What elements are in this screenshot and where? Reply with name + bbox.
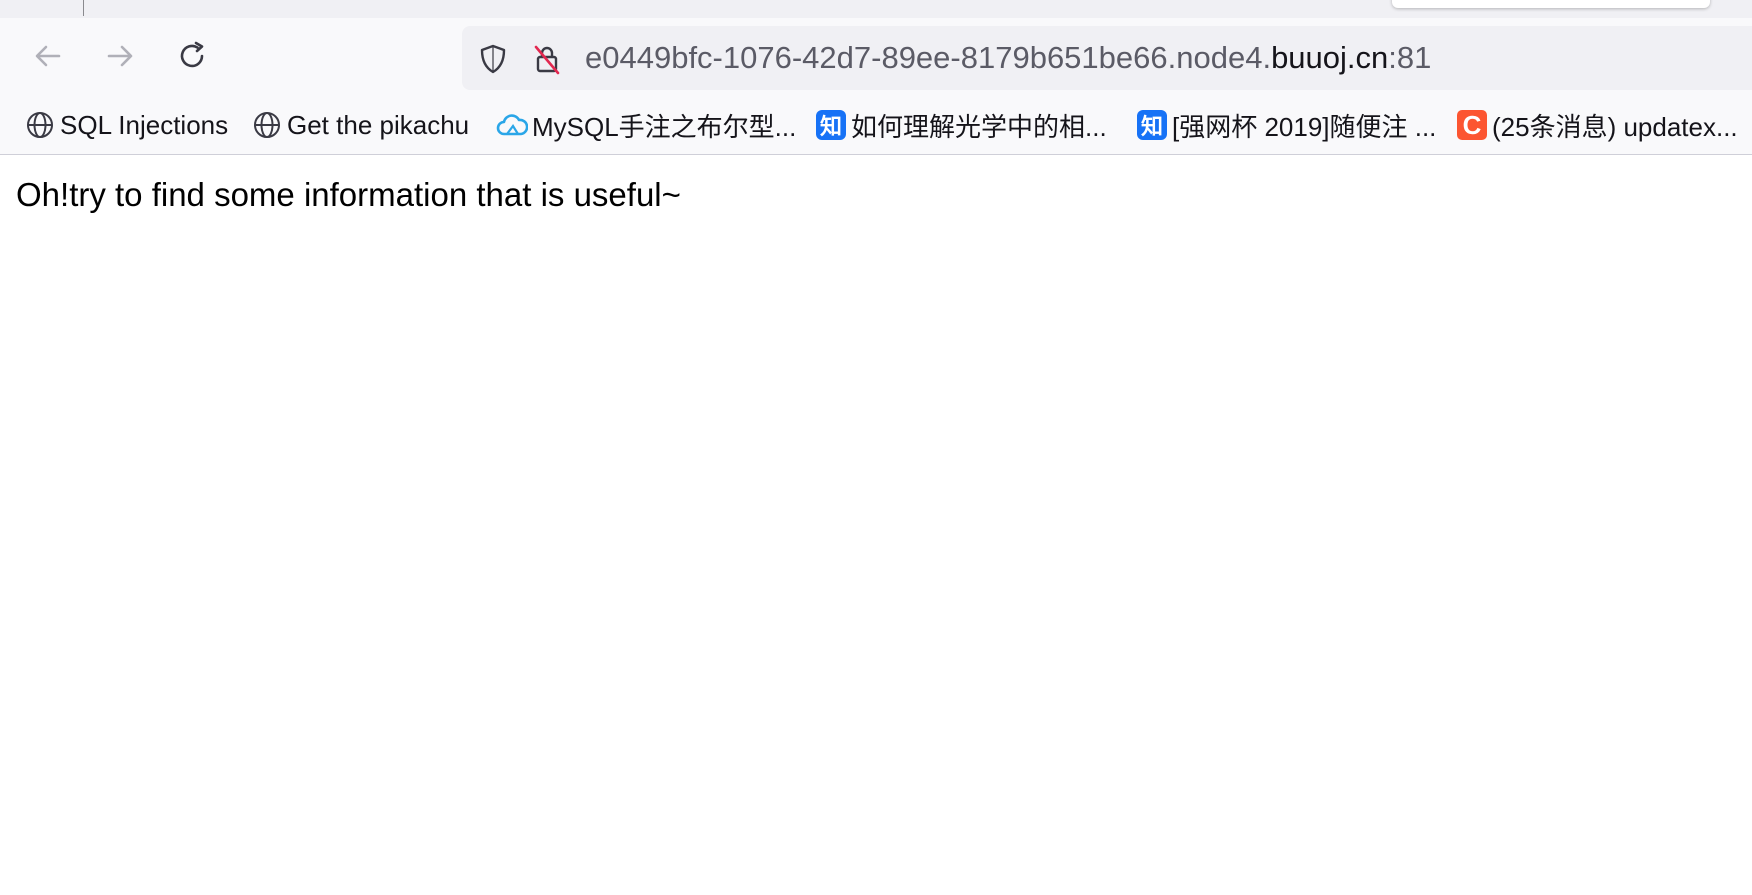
zhihu-logo: 知 [816,110,846,140]
reload-button[interactable] [172,38,212,78]
bookmark-get-the-pikachu[interactable]: Get the pikachu [251,108,469,142]
bookmarks-toolbar: SQL Injections Get the pikachu MySQL手注之布… [0,98,1752,155]
reload-icon [175,39,209,78]
csdn-logo: C [1457,110,1487,140]
page-message: Oh!try to find some information that is … [16,176,681,213]
back-button[interactable] [28,38,68,78]
tab-divider [83,0,84,16]
globe-icon [24,109,56,141]
url-host: buuoj.cn [1271,40,1389,75]
zhihu-icon: 知 [1136,109,1168,141]
bookmark-label: SQL Injections [60,109,229,140]
zhihu-logo: 知 [1137,110,1167,140]
bookmark-mysql[interactable]: MySQL手注之布尔型... [496,108,796,142]
navigation-toolbar: e0449bfc-1076-42d7-89ee-8179b651be66.nod… [0,18,1752,98]
bookmark-label: (25条消息) updatex... [1492,111,1738,142]
forward-button[interactable] [100,38,140,78]
tab-popup [1392,0,1710,8]
zhihu-icon: 知 [815,109,847,141]
page-content: Oh!try to find some information that is … [0,155,1752,895]
shield-icon[interactable] [476,42,510,76]
bookmark-label: 如何理解光学中的相... [851,111,1107,142]
arrow-left-icon [31,39,65,78]
bookmark-label: MySQL手注之布尔型... [532,111,797,142]
url-text[interactable]: e0449bfc-1076-42d7-89ee-8179b651be66.nod… [585,40,1431,76]
url-bar[interactable]: e0449bfc-1076-42d7-89ee-8179b651be66.nod… [462,26,1752,90]
url-port: :81 [1388,40,1432,75]
csdn-icon: C [1456,109,1488,141]
bookmark-zhihu-optics[interactable]: 知 如何理解光学中的相... [815,108,1107,142]
globe-icon [251,109,283,141]
arrow-right-icon [103,39,137,78]
cloud-icon [496,109,528,141]
insecure-lock-icon[interactable] [530,42,564,76]
bookmark-label: [强网杯 2019]随便注 ... [1172,111,1437,142]
tab-strip [0,0,1752,18]
bookmark-label: Get the pikachu [287,109,470,140]
bookmark-csdn-updatexml[interactable]: C (25条消息) updatex... [1456,108,1738,142]
bookmark-sql-injections[interactable]: SQL Injections [24,108,228,142]
url-prefix: e0449bfc-1076-42d7-89ee-8179b651be66.nod… [585,40,1272,75]
bookmark-zhihu-qwb[interactable]: 知 [强网杯 2019]随便注 ... [1136,108,1436,142]
